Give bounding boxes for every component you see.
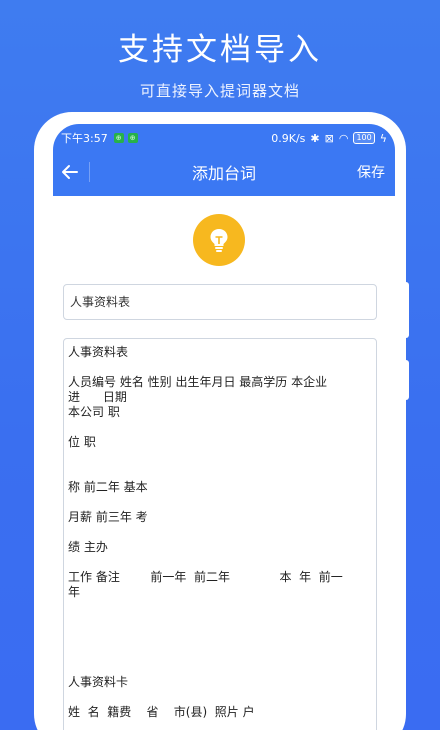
content-line: 本公司 职 <box>68 405 120 419</box>
content-textarea[interactable]: 人事资料表 人员编号 姓名 性别 出生年月日 最高学历 本企业 进 日期 本公司… <box>63 338 377 730</box>
content-line <box>68 555 372 570</box>
promo-subtitle: 可直接导入提词器文档 <box>139 82 300 100</box>
app-header: 下午3:57 ⊕ ⊕ 0.9K/s ✱ ⊠ ◠ 100 ϟ 添加台词 保存 <box>53 124 395 196</box>
content-line: 年 <box>68 585 81 599</box>
phone-side-button <box>41 210 47 238</box>
save-button[interactable]: 保存 <box>357 162 385 182</box>
content-line: 人事资料表 <box>68 345 129 359</box>
network-speed: 0.9K/s <box>271 131 306 145</box>
notification-app-icon: ⊕ <box>127 133 138 143</box>
phone-side-button <box>41 250 47 272</box>
content-line <box>68 360 372 375</box>
content-line: 人事资料卡 <box>68 675 129 689</box>
content-line: 称 前二年 基本 <box>68 480 148 494</box>
content-line <box>68 690 372 705</box>
content-line <box>68 450 372 465</box>
status-bar: 下午3:57 ⊕ ⊕ 0.9K/s ✱ ⊠ ◠ 100 ϟ <box>53 129 395 147</box>
content-line <box>68 465 372 480</box>
notification-app-icon: ⊕ <box>113 133 124 143</box>
content-line <box>68 645 372 660</box>
content-line <box>68 525 372 540</box>
content-line: 工作 备注 前一年 前二年 本 年 前一 <box>68 570 343 584</box>
phone-side-button <box>401 282 409 338</box>
nav-bar: 添加台词 保存 <box>53 154 395 190</box>
promo-title: 支持文档导入 <box>118 32 322 68</box>
content-line <box>68 660 372 675</box>
content-line: 绩 主办 <box>68 540 108 554</box>
title-input[interactable]: 人事资料表 <box>63 284 377 320</box>
lightbulb-icon <box>210 229 228 252</box>
status-indicators: 0.9K/s ✱ ⊠ ◠ 100 ϟ <box>271 132 387 145</box>
charging-icon: ϟ <box>379 131 387 145</box>
content-line: 月薪 前三年 考 <box>68 510 148 524</box>
lightbulb-icon <box>193 214 245 266</box>
content-line <box>68 630 372 645</box>
back-button[interactable] <box>55 157 85 187</box>
content-line <box>68 495 372 510</box>
content-line: 姓 名 籍费 省 市(县) 照片 户 <box>68 705 255 719</box>
back-arrow-icon <box>62 165 78 179</box>
content-line <box>68 600 372 615</box>
battery-icon: 100 <box>353 132 375 144</box>
content-line: 进 日期 <box>68 390 127 404</box>
bluetooth-icon: ✱ <box>310 131 320 145</box>
phone-screen: 下午3:57 ⊕ ⊕ 0.9K/s ✱ ⊠ ◠ 100 ϟ 添加台词 保存 人事… <box>53 124 395 730</box>
content-line: 人员编号 姓名 性别 出生年月日 最高学历 本企业 <box>68 375 328 389</box>
wifi-icon: ◠ <box>338 131 349 145</box>
phone-side-button <box>401 360 409 400</box>
page-title: 添加台词 <box>191 164 256 183</box>
content-line: 位 职 <box>68 435 96 449</box>
content-line <box>68 615 372 630</box>
content-line <box>68 420 372 435</box>
sim-icon: ⊠ <box>324 131 334 145</box>
nav-divider <box>89 162 90 182</box>
status-time: 下午3:57 <box>61 132 108 145</box>
